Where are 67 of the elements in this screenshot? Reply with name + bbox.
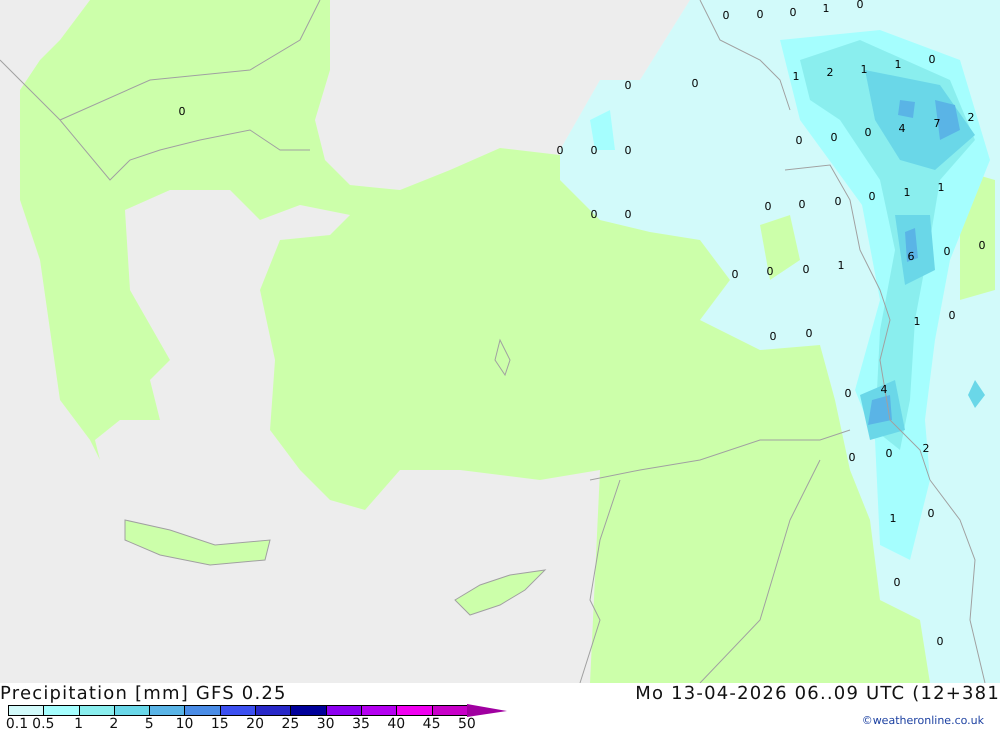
precip-value: 0 — [624, 144, 632, 157]
legend-label: 45 — [422, 717, 440, 732]
precip-value: 0 — [692, 77, 698, 90]
precip-value: 0 — [624, 208, 632, 221]
precip-value: 0 — [732, 268, 738, 281]
map-title: Precipitation [mm] GFS 0.25 — [0, 684, 287, 704]
legend-label: 25 — [281, 717, 300, 732]
precip-value: 0 — [834, 195, 842, 208]
precip-value: 1 — [838, 259, 844, 272]
precip-value: 4 — [898, 122, 906, 135]
precip-value: 2 — [922, 442, 930, 455]
precip-value: 0 — [722, 9, 730, 22]
precip-value: 0 — [844, 387, 852, 400]
legend-label: 30 — [316, 717, 335, 732]
precip-value: 0 — [590, 144, 598, 157]
precip-value: 1 — [860, 63, 868, 76]
precip-value: 0 — [948, 309, 956, 322]
legend-label: 20 — [246, 717, 264, 732]
precip-value: 0 — [886, 447, 892, 460]
precip-value: 0 — [790, 6, 796, 19]
precip-value: 7 — [934, 117, 940, 130]
precip-value: 0 — [802, 263, 810, 276]
precip-value: 4 — [880, 383, 888, 396]
legend-label: 40 — [387, 717, 406, 732]
precip-value: 1 — [914, 315, 920, 328]
precip-value: 0 — [178, 105, 186, 118]
legend-label: 35 — [352, 717, 370, 732]
precip-value: 1 — [792, 70, 800, 83]
precip-value: 0 — [856, 0, 864, 11]
precip-value: 2 — [968, 111, 974, 124]
legend-label: 15 — [210, 717, 229, 732]
precip-value: 1 — [904, 186, 910, 199]
precip-value: 0 — [944, 245, 950, 258]
legend-label: 50 — [458, 717, 476, 732]
legend-label: 1 — [74, 717, 84, 732]
precip-value: 0 — [894, 576, 900, 589]
precip-value: 0 — [590, 208, 598, 221]
precip-value: 1 — [890, 512, 896, 525]
precip-value: 0 — [928, 53, 936, 66]
precip-value: 1 — [938, 181, 944, 194]
precip-value: 0 — [848, 451, 856, 464]
precip-value: 2 — [826, 66, 834, 79]
precip-value: 0 — [928, 507, 934, 520]
precip-value: 1 — [822, 2, 830, 15]
precip-value: 0 — [978, 239, 986, 252]
legend-label: 10 — [176, 717, 194, 732]
precip-value: 0 — [624, 79, 632, 92]
precip-value: 6 — [908, 250, 914, 263]
precip-value: 1 — [894, 58, 902, 71]
precip-value: 0 — [936, 635, 944, 648]
precip-value: 0 — [796, 134, 802, 147]
forecast-datetime: Mo 13-04-2026 06..09 UTC (12+381 — [635, 684, 1000, 704]
legend-label: 0.5 — [32, 717, 54, 732]
precip-value: 0 — [556, 144, 564, 157]
precip-value: 0 — [864, 126, 872, 139]
precip-value: 0 — [764, 200, 772, 213]
precip-value: 0 — [830, 131, 838, 144]
precip-value: 0 — [798, 198, 806, 211]
legend-label: 2 — [109, 717, 118, 732]
precip-value: 0 — [770, 330, 776, 343]
precip-value: 0 — [806, 327, 812, 340]
credit-text: ©weatheronline.co.uk — [862, 713, 984, 729]
precip-value: 0 — [766, 265, 774, 278]
legend-label: 5 — [144, 717, 154, 732]
legend-label: 0.1 — [6, 717, 28, 732]
precip-value: 0 — [756, 8, 764, 21]
precip-value: 0 — [868, 190, 876, 203]
